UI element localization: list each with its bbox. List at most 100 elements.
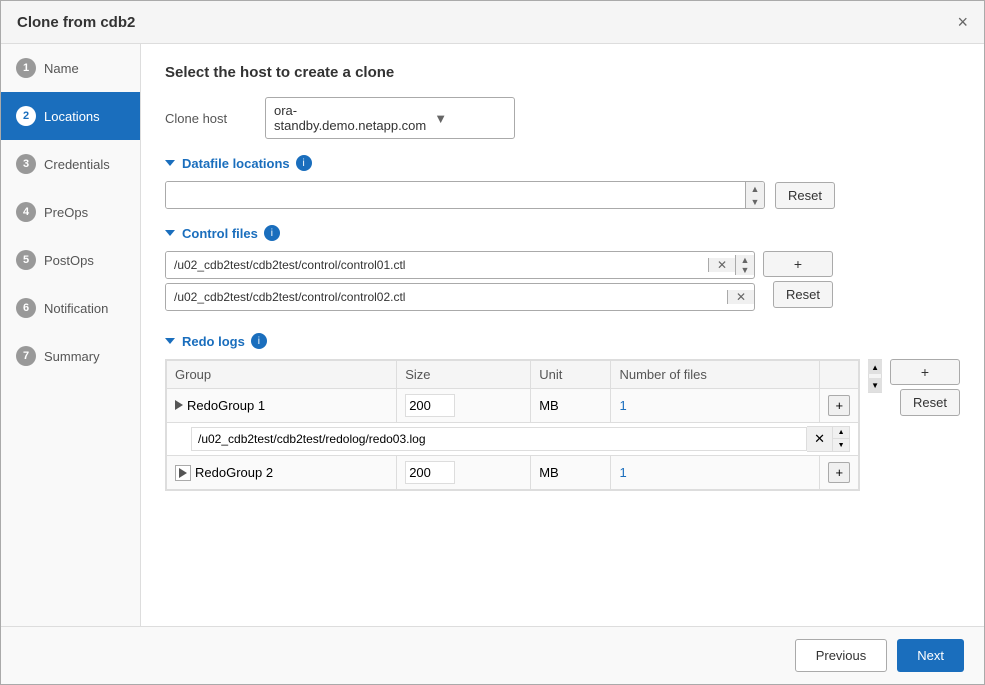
redo-group1-actions-cell: + — [820, 389, 859, 423]
control-file-input-2[interactable] — [166, 284, 727, 310]
sidebar-item-postops[interactable]: 5 PostOps — [1, 236, 140, 284]
datafile-info-icon[interactable]: i — [296, 155, 312, 171]
close-button[interactable]: × — [957, 13, 968, 31]
dialog-body: 1 Name 2 Locations 3 Credentials 4 PreOp… — [1, 44, 984, 626]
step-num-2: 2 — [16, 106, 36, 126]
sidebar-label-preops: PreOps — [44, 205, 88, 220]
redo-table: Group Size Unit Number of files — [166, 360, 859, 490]
sidebar-label-postops: PostOps — [44, 253, 94, 268]
sidebar-item-preops[interactable]: 4 PreOps — [1, 188, 140, 236]
clone-host-label: Clone host — [165, 111, 265, 126]
redo-group1-expand-icon[interactable] — [175, 400, 183, 410]
step-num-1: 1 — [16, 58, 36, 78]
redo-reset-button[interactable]: Reset — [900, 389, 960, 416]
sidebar-label-credentials: Credentials — [44, 157, 110, 172]
redo-col-group: Group — [167, 361, 397, 389]
redo-group2-triangle-icon — [179, 468, 187, 478]
redo-group2-unit: MB — [539, 465, 559, 480]
redo-group1-file-wrap: ✕ ▲ ▼ — [167, 423, 858, 455]
datafile-row: /u02_cdb2test ▲ ▼ Reset — [165, 181, 960, 209]
previous-button[interactable]: Previous — [795, 639, 888, 672]
control-file-remove-2[interactable]: ✕ — [727, 290, 754, 304]
dialog-title: Clone from cdb2 — [17, 14, 135, 31]
redo-group2-name: RedoGroup 2 — [195, 465, 273, 480]
redo-table-container: Group Size Unit Number of files — [165, 359, 860, 491]
control-section-header: Control files i — [165, 225, 960, 241]
redo-col-actions — [820, 361, 859, 389]
redo-group2-checkbox-icon[interactable] — [175, 465, 191, 481]
redo-group1-size-input[interactable] — [405, 394, 455, 417]
sidebar-item-summary[interactable]: 7 Summary — [1, 332, 140, 380]
redo-group1-file-input[interactable] — [191, 427, 807, 451]
control-files-area: ✕ ▲ ▼ ✕ + Reset — [165, 251, 960, 315]
control-actions: + Reset — [763, 251, 833, 308]
redo-toggle[interactable]: Redo logs — [165, 334, 245, 349]
control-files-list: ✕ ▲ ▼ ✕ — [165, 251, 755, 315]
clone-dialog: Clone from cdb2 × 1 Name 2 Locations 3 C… — [0, 0, 985, 685]
redo-group1-file-scroll-up[interactable]: ▲ — [833, 427, 849, 439]
datafile-reset-button[interactable]: Reset — [775, 182, 835, 209]
control-file-remove-1[interactable]: ✕ — [708, 258, 735, 272]
redo-group-row-1: RedoGroup 1 MB 1 — [167, 389, 859, 423]
sidebar-item-credentials[interactable]: 3 Credentials — [1, 140, 140, 188]
redo-group1-numfiles[interactable]: 1 — [619, 398, 626, 413]
redo-scroll-down[interactable]: ▼ — [868, 378, 882, 392]
control-file-input-1[interactable] — [166, 252, 708, 278]
redo-outer: Group Size Unit Number of files — [165, 359, 960, 491]
step-num-7: 7 — [16, 346, 36, 366]
redo-group1-file-row: ✕ ▲ ▼ — [167, 423, 859, 456]
redo-section-header: Redo logs i — [165, 333, 960, 349]
control-collapse-icon — [165, 230, 175, 236]
redo-group-row-2: RedoGroup 2 MB 1 — [167, 456, 859, 490]
page-title: Select the host to create a clone — [165, 64, 960, 81]
control-reset-button[interactable]: Reset — [773, 281, 833, 308]
step-num-4: 4 — [16, 202, 36, 222]
datafile-section-label: Datafile locations — [182, 156, 290, 171]
clone-host-value: ora-standby.demo.netapp.com — [274, 103, 426, 133]
next-button[interactable]: Next — [897, 639, 964, 672]
redo-group2-add-btn[interactable]: + — [828, 462, 850, 483]
redo-group1-unit: MB — [539, 398, 559, 413]
datafile-input[interactable]: /u02_cdb2test — [166, 182, 745, 208]
redo-group1-name: RedoGroup 1 — [187, 398, 265, 413]
datafile-toggle[interactable]: Datafile locations — [165, 156, 290, 171]
clone-host-select[interactable]: ora-standby.demo.netapp.com ▼ — [265, 97, 515, 139]
redo-right-actions: + Reset — [890, 359, 960, 416]
redo-group1-file-remove[interactable]: ✕ — [807, 426, 833, 452]
control-file-row-2: ✕ — [165, 283, 755, 311]
datafile-scroll-down[interactable]: ▼ — [746, 195, 764, 208]
control-file-row-1: ✕ ▲ ▼ — [165, 251, 755, 279]
datafile-scroll-up[interactable]: ▲ — [746, 182, 764, 195]
control-info-icon[interactable]: i — [264, 225, 280, 241]
control-toggle[interactable]: Control files — [165, 226, 258, 241]
datafile-scroll-btns: ▲ ▼ — [745, 182, 764, 208]
redo-col-unit: Unit — [531, 361, 611, 389]
control-scroll-up-1[interactable]: ▲ — [736, 255, 754, 265]
sidebar: 1 Name 2 Locations 3 Credentials 4 PreOp… — [1, 44, 141, 626]
redo-group1-file-scroll-down[interactable]: ▼ — [833, 439, 849, 451]
sidebar-item-notification[interactable]: 6 Notification — [1, 284, 140, 332]
dropdown-arrow-icon: ▼ — [434, 111, 506, 126]
redo-group1-add-btn[interactable]: + — [828, 395, 850, 416]
step-num-5: 5 — [16, 250, 36, 270]
redo-scrollbar: ▲ ▼ — [868, 359, 882, 393]
sidebar-item-name[interactable]: 1 Name — [1, 44, 140, 92]
sidebar-label-name: Name — [44, 61, 79, 76]
redo-group2-numfiles-cell: 1 — [611, 456, 820, 490]
datafile-input-wrap: /u02_cdb2test ▲ ▼ — [165, 181, 765, 209]
step-num-6: 6 — [16, 298, 36, 318]
redo-group1-file-cell: ✕ ▲ ▼ — [167, 423, 859, 456]
sidebar-item-locations[interactable]: 2 Locations — [1, 92, 140, 140]
control-add-button[interactable]: + — [763, 251, 833, 277]
redo-group2-size-input[interactable] — [405, 461, 455, 484]
redo-table-header-row: Group Size Unit Number of files — [167, 361, 859, 389]
redo-group2-size-cell — [397, 456, 531, 490]
control-scroll-down-1[interactable]: ▼ — [736, 265, 754, 275]
redo-col-numfiles: Number of files — [611, 361, 820, 389]
redo-add-button[interactable]: + — [890, 359, 960, 385]
redo-group2-numfiles[interactable]: 1 — [619, 465, 626, 480]
datafile-section-header: Datafile locations i — [165, 155, 960, 171]
control-section-label: Control files — [182, 226, 258, 241]
redo-info-icon[interactable]: i — [251, 333, 267, 349]
redo-scroll-up[interactable]: ▲ — [868, 360, 882, 374]
